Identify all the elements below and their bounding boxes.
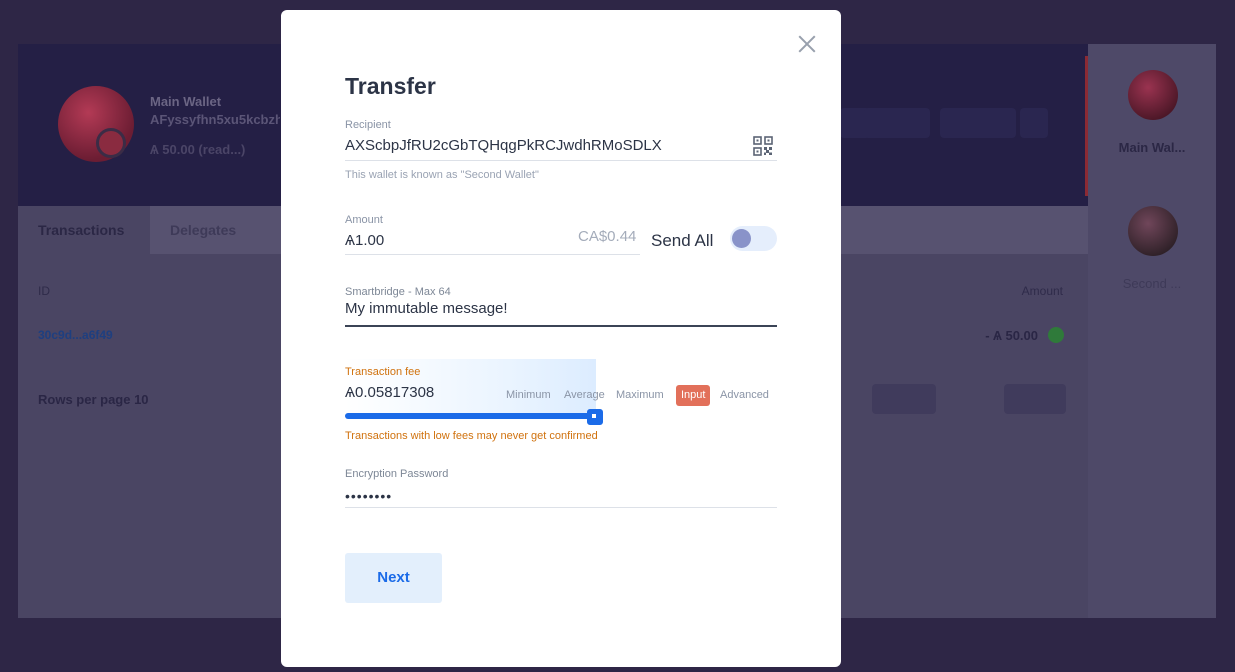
fee-slider-track[interactable]	[345, 413, 595, 419]
sidebar-wallet-name: Main Wal...	[1118, 140, 1186, 155]
prev-page-button	[872, 384, 936, 414]
send-all-label: Send All	[651, 231, 714, 250]
amount-input[interactable]: Ѧ1.00	[345, 232, 384, 249]
amount-label: Amount	[345, 214, 383, 226]
sidebar-wallet-avatar	[1128, 206, 1178, 256]
next-page-button	[1004, 384, 1066, 414]
sidebar-wallet-avatar	[1128, 70, 1178, 120]
next-button[interactable]: Next	[345, 553, 442, 603]
wallet-avatar-badge	[96, 128, 126, 158]
transaction-id: 30c9d...a6f49	[38, 328, 113, 342]
smartbridge-input[interactable]: My immutable message!	[345, 300, 508, 317]
sidebar-wallet-name: Second ...	[1122, 276, 1182, 291]
fee-input[interactable]: Ѧ0.05817308	[345, 384, 434, 401]
header-more-button	[1020, 108, 1048, 138]
tab-transactions: Transactions	[18, 206, 150, 254]
recipient-label: Recipient	[345, 119, 391, 131]
qr-code-icon[interactable]	[753, 136, 773, 156]
column-header-id: ID	[38, 284, 50, 298]
tab-delegates: Delegates	[170, 222, 237, 238]
confirmed-icon	[1048, 327, 1064, 343]
smartbridge-label: Smartbridge - Max 64	[345, 286, 451, 298]
password-underline	[345, 507, 777, 508]
rows-per-page: Rows per page 10	[38, 392, 149, 407]
fee-label: Transaction fee	[345, 366, 421, 378]
wallet-sidebar: Main Wal... Second ...	[1088, 44, 1216, 618]
recipient-input[interactable]: AXScbpJfRU2cGbTQHqgPkRCJwdhRMoSDLX	[345, 137, 745, 154]
amount-fiat-value: CA$0.44	[578, 228, 637, 245]
password-label: Encryption Password	[345, 468, 449, 480]
amount-underline	[345, 254, 640, 255]
close-icon[interactable]	[797, 34, 817, 54]
transfer-modal: Transfer Recipient AXScbpJfRU2cGbTQHqgPk…	[281, 10, 841, 667]
wallet-name: Main Wallet	[150, 94, 222, 109]
recipient-known-hint: This wallet is known as "Second Wallet"	[345, 169, 539, 181]
fee-option-input[interactable]: Input	[676, 385, 711, 406]
fee-option-minimum[interactable]: Minimum	[506, 385, 551, 406]
header-action-button	[864, 108, 930, 138]
smartbridge-underline	[345, 325, 777, 327]
modal-title: Transfer	[345, 73, 436, 99]
send-all-toggle[interactable]	[730, 226, 777, 251]
transaction-amount: - Ѧ 50.00	[985, 328, 1038, 343]
wallet-balance: Ѧ 50.00 (read...)	[150, 142, 246, 157]
column-header-amount: Amount	[1021, 284, 1063, 298]
fee-slider-handle[interactable]	[587, 409, 603, 425]
fee-option-average[interactable]: Average	[564, 385, 605, 406]
recipient-underline	[345, 160, 777, 161]
header-action-button	[940, 108, 1016, 138]
fee-option-advanced[interactable]: Advanced	[720, 385, 769, 406]
toggle-knob	[732, 229, 751, 248]
password-input[interactable]: ••••••••	[345, 488, 392, 504]
wallet-address: AFyssyfhn5xu5kcbzh	[150, 112, 280, 127]
fee-option-maximum[interactable]: Maximum	[616, 385, 664, 406]
fee-warning: Transactions with low fees may never get…	[345, 430, 598, 442]
